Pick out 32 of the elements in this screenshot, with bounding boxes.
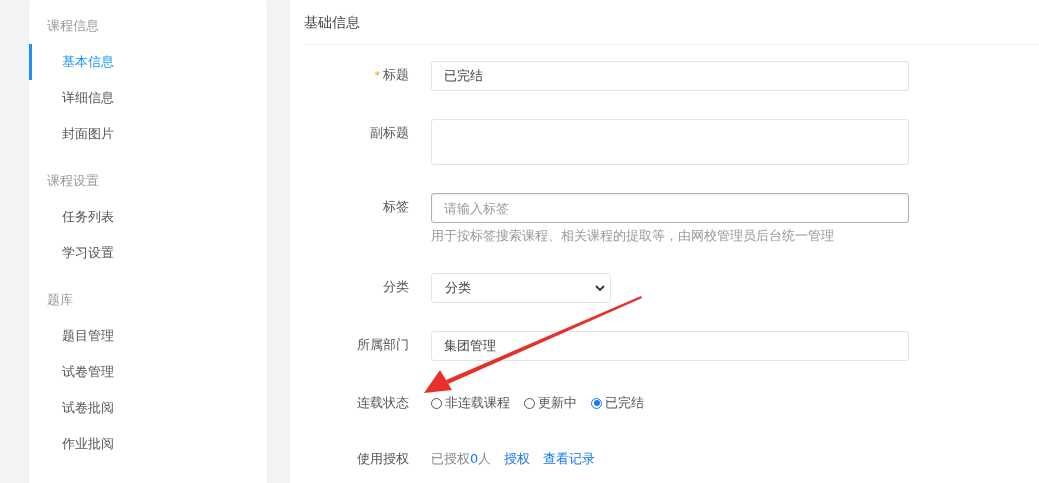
text-field[interactable]: 已完结 — [431, 61, 909, 91]
sidebar-item[interactable]: 任务列表 — [29, 199, 267, 235]
select-field[interactable]: 分类 — [431, 273, 611, 303]
text-field[interactable]: 请输入标签 — [431, 193, 909, 223]
radio-option[interactable]: 已完结 — [591, 394, 644, 412]
sidebar-heading: 课程信息 — [46, 17, 100, 35]
sidebar-item[interactable]: 题目管理 — [29, 318, 267, 354]
field-label: * 标题 — [373, 66, 409, 84]
link[interactable]: 查看记录 — [543, 450, 596, 468]
radio-option[interactable]: 非连载课程 — [431, 394, 510, 412]
sidebar-item[interactable]: 学习设置 — [29, 235, 267, 271]
sidebar-heading: 课程设置 — [46, 172, 100, 190]
required-mark: * — [374, 69, 380, 82]
field-label: 使用授权 — [356, 450, 409, 468]
auth-status-text: 已授权0人 — [431, 450, 492, 468]
chevron-down-icon — [594, 282, 606, 294]
sidebar-item[interactable]: 试卷批阅 — [29, 390, 267, 426]
field-label: 所属部门 — [356, 336, 409, 354]
field-label: 副标题 — [369, 124, 409, 142]
link[interactable]: 授权 — [504, 450, 531, 468]
field-label: 标签 — [382, 198, 409, 216]
textarea-field[interactable] — [431, 119, 909, 165]
text-field[interactable]: 集团管理 — [431, 331, 909, 361]
sidebar-item[interactable]: 试卷管理 — [29, 354, 267, 390]
sidebar-heading: 题库 — [46, 291, 74, 309]
radio-option[interactable]: 更新中 — [524, 394, 577, 412]
sidebar-item[interactable]: 详细信息 — [29, 80, 267, 116]
sidebar-item[interactable]: 作业批阅 — [29, 426, 267, 462]
field-label: 分类 — [382, 278, 409, 296]
panel-title: 基础信息 — [304, 0, 1039, 45]
sidebar-item[interactable]: 封面图片 — [29, 116, 267, 152]
field-label: 连载状态 — [356, 394, 409, 412]
